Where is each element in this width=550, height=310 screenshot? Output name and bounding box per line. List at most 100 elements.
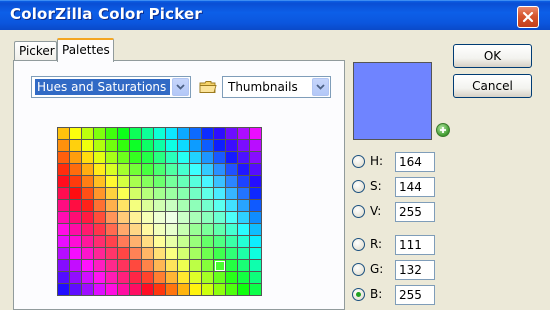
palette-swatch[interactable] (190, 188, 202, 200)
palette-swatch[interactable] (154, 260, 166, 272)
palette-swatch[interactable] (118, 236, 130, 248)
palette-swatch[interactable] (94, 140, 106, 152)
palette-swatch[interactable] (106, 212, 118, 224)
palette-swatch[interactable] (70, 272, 82, 284)
palette-swatch[interactable] (142, 128, 154, 140)
palette-swatch[interactable] (190, 164, 202, 176)
palette-swatch[interactable] (58, 284, 70, 296)
palette-swatch[interactable] (82, 224, 94, 236)
palette-swatch[interactable] (202, 128, 214, 140)
palette-swatch[interactable] (250, 164, 262, 176)
tab-palettes[interactable]: Palettes (57, 38, 114, 62)
palette-swatch[interactable] (106, 248, 118, 260)
palette-swatch[interactable] (130, 128, 142, 140)
palette-swatch[interactable] (94, 176, 106, 188)
value-field[interactable]: 255 (395, 202, 435, 222)
palette-swatch[interactable] (178, 284, 190, 296)
hue-field[interactable]: 164 (395, 152, 435, 172)
palette-swatch[interactable] (214, 236, 226, 248)
palette-swatch[interactable] (142, 152, 154, 164)
palette-swatch[interactable] (106, 236, 118, 248)
palette-swatch[interactable] (214, 272, 226, 284)
palette-swatch[interactable] (250, 272, 262, 284)
palette-swatch[interactable] (70, 236, 82, 248)
hue-saturation-palette[interactable] (57, 127, 262, 296)
saturation-radio[interactable] (352, 180, 365, 193)
palette-swatch[interactable] (178, 140, 190, 152)
palette-swatch[interactable] (70, 188, 82, 200)
palette-swatch[interactable] (202, 200, 214, 212)
palette-swatch[interactable] (166, 128, 178, 140)
palette-swatch[interactable] (118, 260, 130, 272)
palette-swatch[interactable] (166, 176, 178, 188)
close-button[interactable] (517, 6, 539, 28)
palette-swatch[interactable] (214, 152, 226, 164)
palette-swatch[interactable] (238, 260, 250, 272)
red-radio[interactable] (352, 238, 365, 251)
palette-swatch[interactable] (94, 248, 106, 260)
saturation-field[interactable]: 144 (395, 177, 435, 197)
palette-swatch[interactable] (94, 272, 106, 284)
palette-swatch[interactable] (82, 128, 94, 140)
palette-swatch[interactable] (166, 152, 178, 164)
palette-swatch[interactable] (166, 272, 178, 284)
palette-swatch[interactable] (202, 236, 214, 248)
palette-swatch[interactable] (238, 236, 250, 248)
folder-icon[interactable] (199, 80, 217, 94)
palette-swatch[interactable] (118, 164, 130, 176)
palette-swatch[interactable] (58, 188, 70, 200)
palette-swatch[interactable] (142, 212, 154, 224)
cancel-button[interactable]: Cancel (453, 74, 532, 98)
palette-swatch[interactable] (142, 272, 154, 284)
palette-swatch[interactable] (70, 224, 82, 236)
palette-swatch[interactable] (130, 284, 142, 296)
palette-swatch[interactable] (238, 212, 250, 224)
palette-swatch[interactable] (82, 152, 94, 164)
palette-swatch[interactable] (94, 188, 106, 200)
palette-swatch[interactable] (142, 224, 154, 236)
palette-swatch[interactable] (106, 164, 118, 176)
palette-swatch[interactable] (214, 140, 226, 152)
palette-swatch[interactable] (166, 248, 178, 260)
palette-swatch[interactable] (106, 176, 118, 188)
palette-swatch[interactable] (250, 284, 262, 296)
palette-swatch[interactable] (214, 164, 226, 176)
palette-swatch[interactable] (130, 164, 142, 176)
add-color-icon[interactable] (436, 123, 450, 137)
palette-swatch[interactable] (82, 140, 94, 152)
palette-swatch[interactable] (190, 272, 202, 284)
palette-swatch[interactable] (190, 212, 202, 224)
palette-swatch[interactable] (238, 140, 250, 152)
palette-swatch[interactable] (94, 152, 106, 164)
palette-swatch[interactable] (178, 152, 190, 164)
palette-swatch[interactable] (166, 284, 178, 296)
palette-swatch[interactable] (130, 140, 142, 152)
chevron-down-icon[interactable] (172, 78, 189, 96)
palette-swatch[interactable] (190, 176, 202, 188)
palette-swatch[interactable] (226, 188, 238, 200)
palette-swatch[interactable] (154, 272, 166, 284)
palette-swatch[interactable] (58, 128, 70, 140)
palette-swatch[interactable] (214, 176, 226, 188)
palette-swatch[interactable] (154, 176, 166, 188)
palette-swatch[interactable] (70, 248, 82, 260)
palette-swatch[interactable] (142, 176, 154, 188)
palette-swatch[interactable] (94, 224, 106, 236)
palette-swatch[interactable] (190, 284, 202, 296)
palette-swatch[interactable] (106, 200, 118, 212)
palette-swatch[interactable] (130, 224, 142, 236)
palette-swatch[interactable] (130, 248, 142, 260)
palette-swatch[interactable] (82, 164, 94, 176)
palette-swatch[interactable] (250, 128, 262, 140)
palette-swatch[interactable] (130, 260, 142, 272)
palette-swatch[interactable] (94, 164, 106, 176)
palette-swatch[interactable] (130, 176, 142, 188)
palette-swatch[interactable] (70, 164, 82, 176)
palette-swatch[interactable] (118, 200, 130, 212)
palette-swatch[interactable] (178, 188, 190, 200)
palette-swatch[interactable] (166, 212, 178, 224)
palette-swatch[interactable] (190, 236, 202, 248)
palette-swatch[interactable] (142, 248, 154, 260)
palette-swatch[interactable] (58, 224, 70, 236)
palette-swatch[interactable] (250, 188, 262, 200)
